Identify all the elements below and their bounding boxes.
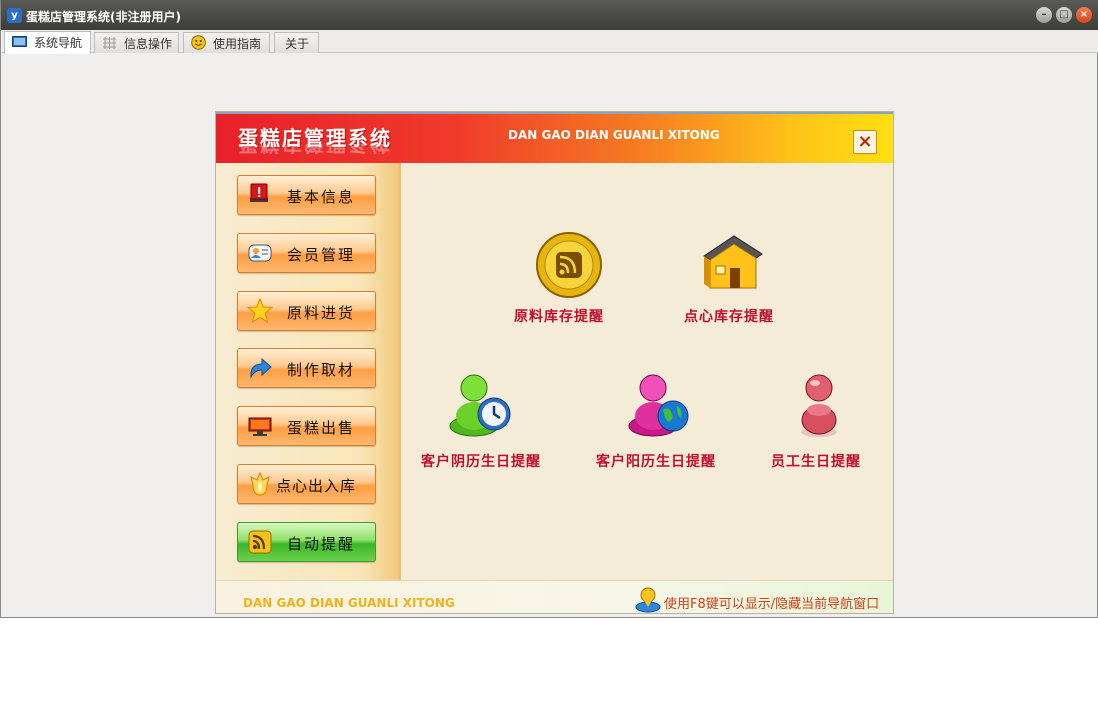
tab-bar: 系统导航 信息操作 使用指南 关于 [2,30,1098,54]
user-clock-icon [449,374,511,437]
sidebar-item-purchasing[interactable]: 原料进货 [237,291,376,331]
user-icon [801,374,837,437]
tab-user-guide[interactable]: 使用指南 [183,32,270,53]
rss-gold-icon [536,232,602,298]
user-location-icon [635,587,661,613]
footer-hint: 使用F8键可以显示/隐藏当前导航窗口 [664,597,880,612]
sidebar-item-basic-info[interactable]: 基本信息 [237,175,376,215]
panel-title-reflection: 蛋糕店管理系统 [238,144,392,156]
tab-info-ops[interactable]: 信息操作 [94,32,179,53]
close-panel-button[interactable]: × [853,130,877,154]
sidebar-item-label: 会员管理 [287,246,356,264]
sidebar-item-label: 蛋糕出售 [287,419,356,437]
staff-birthday-label: 员工生日提醒 [771,454,861,470]
tab-about[interactable]: 关于 [274,32,319,53]
material-stock-reminder[interactable]: 原料库存提醒 [506,230,636,330]
sidebar-item-members[interactable]: 会员管理 [237,233,376,273]
sidebar: 基本信息 会员管理 原料进货 制作取材 蛋糕出售 点心出入库 自动提醒 [216,163,401,580]
lunar-birthday-label: 客户阴历生日提醒 [421,454,541,470]
app-window: y 蛋糕店管理系统(非注册用户) – □ × 系统导航 信息操作 使用指南 关于… [0,0,1098,618]
display-icon [248,417,272,436]
sidebar-item-label: 点心出入库 [276,477,357,495]
solar-birthday-reminder[interactable]: 客户阳历生日提醒 [591,370,731,470]
sidebar-item-cake-sales[interactable]: 蛋糕出售 [237,406,376,446]
navigation-panel: 蛋糕店管理系统 蛋糕店管理系统 DAN GAO DIAN GUANLI XITO… [215,111,894,614]
sidebar-item-label: 自动提醒 [287,535,356,553]
tab-label: 系统导航 [34,36,83,50]
snack-stock-label: 点心库存提醒 [684,309,774,325]
solar-birthday-label: 客户阳历生日提醒 [596,454,716,470]
rss-icon [248,530,272,554]
tab-system-nav[interactable]: 系统导航 [4,31,91,54]
contact-card-icon [248,244,272,262]
sidebar-item-label: 原料进货 [287,304,356,322]
house-icon [703,235,763,289]
monitor-icon [12,36,27,47]
app-icon: y [7,8,22,23]
sidebar-item-label: 基本信息 [287,188,356,206]
flame-icon [250,471,270,496]
smiley-icon [191,35,206,50]
panel-header: 蛋糕店管理系统 蛋糕店管理系统 DAN GAO DIAN GUANLI XITO… [216,112,893,163]
lunar-birthday-reminder[interactable]: 客户阴历生日提醒 [416,370,556,470]
user-globe-icon [628,374,689,437]
arrow-icon [250,357,272,379]
tab-label: 关于 [285,37,310,51]
tab-label: 信息操作 [124,37,173,51]
window-title: 蛋糕店管理系统(非注册用户) [26,10,181,24]
maximize-button[interactable]: □ [1056,7,1072,23]
sidebar-item-label: 制作取材 [287,361,356,379]
panel-subtitle: DAN GAO DIAN GUANLI XITONG [508,128,720,142]
close-window-button[interactable]: × [1076,7,1092,23]
snack-stock-reminder[interactable]: 点心库存提醒 [676,230,806,330]
sidebar-item-snack-inventory[interactable]: 点心出入库 [237,464,376,504]
sidebar-item-auto-reminder[interactable]: 自动提醒 [237,522,376,562]
tab-label: 使用指南 [213,37,262,51]
sidebar-item-production[interactable]: 制作取材 [237,348,376,388]
material-stock-label: 原料库存提醒 [514,309,604,325]
panel-footer: DAN GAO DIAN GUANLI XITONG 使用F8键可以显示/隐藏当… [216,580,893,613]
title-bar: y 蛋糕店管理系统(非注册用户) – □ × [1,0,1098,30]
footer-brand-text: DAN GAO DIAN GUANLI XITONG [243,596,455,610]
alert-monitor-icon [250,183,268,202]
star-icon [247,298,273,324]
minimize-button[interactable]: – [1036,7,1052,23]
grid-icon [103,37,116,49]
staff-birthday-reminder[interactable]: 员工生日提醒 [766,370,886,470]
